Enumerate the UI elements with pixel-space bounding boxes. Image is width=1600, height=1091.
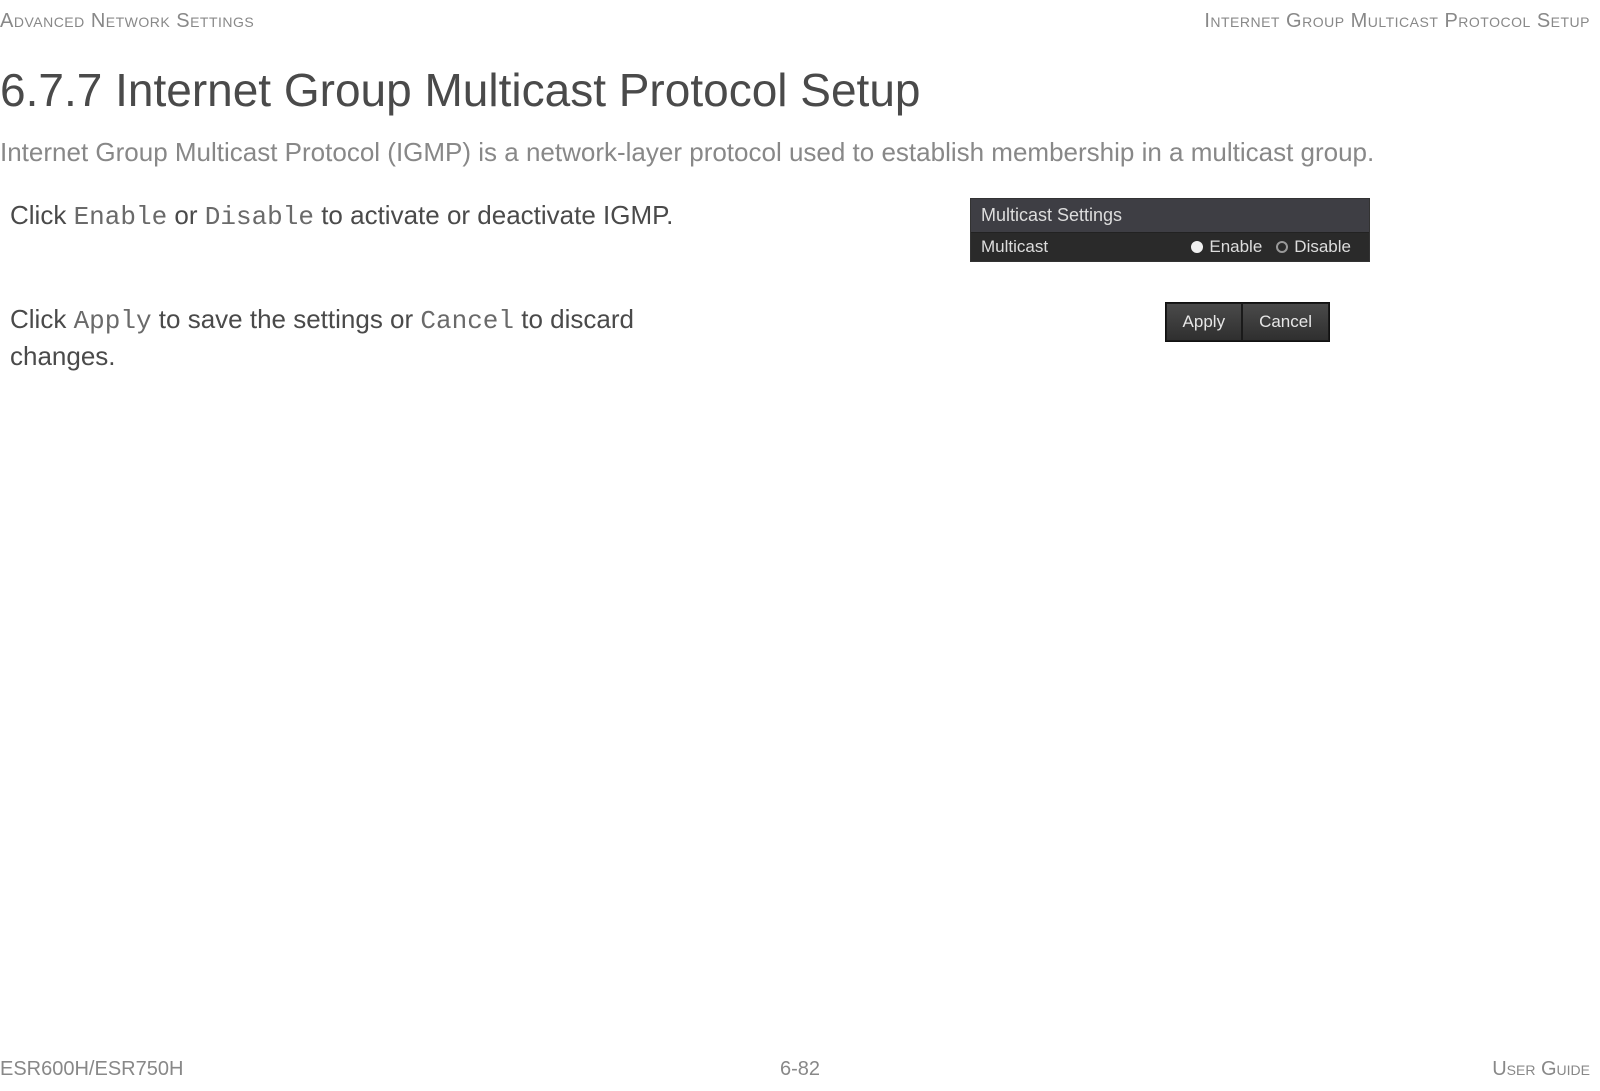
row-enable-disable: Click Enable or Disable to activate or d… (0, 198, 1600, 262)
cancel-button[interactable]: Cancel (1242, 303, 1329, 341)
radio-disable-label: Disable (1294, 237, 1351, 257)
footer-model: ESR600H/ESR750H (0, 1058, 183, 1081)
running-header: Advanced Network Settings Internet Group… (0, 10, 1600, 33)
multicast-label: Multicast (981, 237, 1191, 257)
header-left: Advanced Network Settings (0, 10, 254, 33)
radio-enable-label: Enable (1209, 237, 1262, 257)
header-right: Internet Group Multicast Protocol Setup (1204, 10, 1590, 33)
footer-page-number: 6-82 (780, 1058, 820, 1081)
page-title: 6.7.7 Internet Group Multicast Protocol … (0, 63, 1600, 117)
intro-paragraph: Internet Group Multicast Protocol (IGMP)… (0, 137, 1600, 168)
footer-guide: User Guide (1492, 1058, 1590, 1081)
multicast-settings-panel: Multicast Settings Multicast Enable Disa… (970, 198, 1370, 262)
apply-button[interactable]: Apply (1166, 303, 1243, 341)
row-apply-cancel: Click Apply to save the settings or Canc… (0, 302, 1600, 374)
multicast-row: Multicast Enable Disable (971, 233, 1369, 261)
running-footer: ESR600H/ESR750H 6-82 User Guide (0, 1058, 1600, 1081)
radio-disable[interactable] (1276, 241, 1288, 253)
code-enable: Enable (74, 202, 168, 232)
code-cancel: Cancel (420, 306, 514, 336)
radio-enable[interactable] (1191, 241, 1203, 253)
multicast-settings-header: Multicast Settings (971, 199, 1369, 233)
instruction-enable-disable: Click Enable or Disable to activate or d… (10, 198, 730, 235)
instruction-apply-cancel: Click Apply to save the settings or Canc… (10, 302, 730, 374)
apply-cancel-buttons: Apply Cancel (1165, 302, 1330, 342)
code-disable: Disable (205, 202, 314, 232)
code-apply: Apply (74, 306, 152, 336)
